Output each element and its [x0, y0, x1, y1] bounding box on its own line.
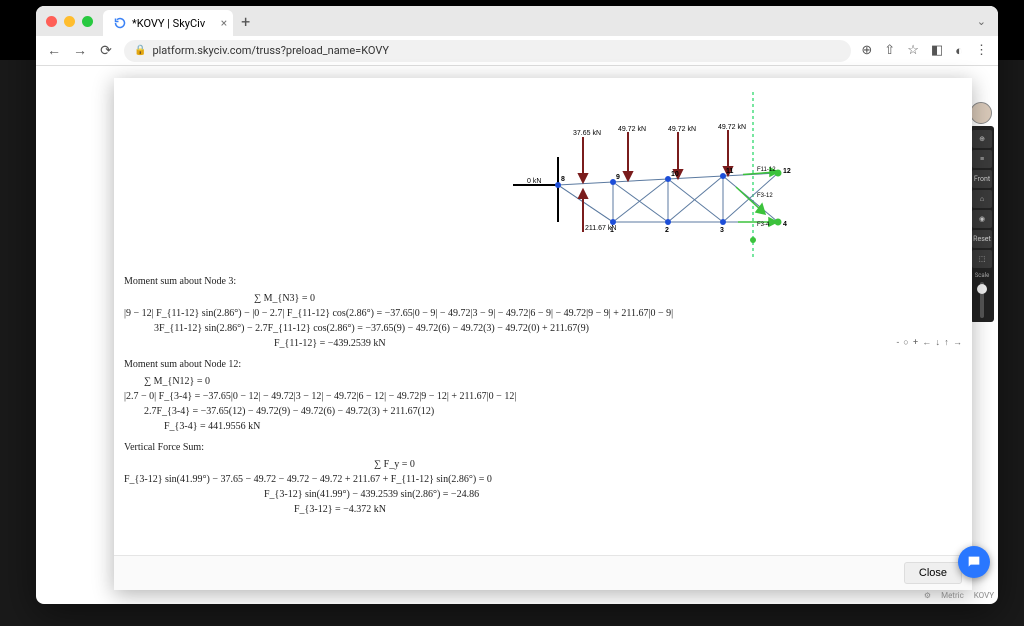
calc-s1l2: |9 − 12| F_{11-12} sin(2.86°) − |0 − 2.7…	[124, 306, 962, 321]
scale-slider[interactable]	[980, 282, 984, 318]
cut-mid-label: F3-12	[757, 193, 773, 199]
toolbar-list[interactable]: ≡	[972, 150, 992, 168]
node-1: 1	[610, 227, 614, 234]
calc-s2l2: |2.7 − 0| F_{3-4} = −37.65|0 − 12| − 49.…	[124, 389, 962, 404]
tab-close-icon[interactable]: ×	[221, 16, 227, 30]
node-4: 4	[783, 221, 787, 228]
node-12: 12	[783, 168, 791, 175]
node-2: 2	[665, 227, 669, 234]
scale-label: Scale	[975, 272, 990, 279]
lock-icon: 🔒	[134, 45, 146, 56]
url-input[interactable]: 🔒 platform.skyciv.com/truss?preload_name…	[124, 40, 851, 62]
extensions-icon[interactable]: ◧	[931, 43, 943, 58]
node-3: 3	[720, 227, 724, 234]
url-text: platform.skyciv.com/truss?preload_name=K…	[152, 44, 389, 57]
calc-s1l3: 3F_{11-12} sin(2.86°) − 2.7F_{11-12} cos…	[124, 321, 962, 336]
section-cut-modal: 0 kN 211.67 kN 37.65 kN 49.72 kN 49.72 k…	[114, 78, 972, 590]
star-icon[interactable]: ☆	[907, 43, 919, 58]
toolbar-reset[interactable]: Reset	[972, 230, 992, 248]
browser-titlebar: *KOVY | SkyCiv × + ⌄	[36, 6, 998, 36]
calc-s1l1: ∑ M_{N3} = 0	[124, 291, 962, 306]
toolbar-camera[interactable]: ◉	[972, 210, 992, 228]
calc-s3l1: ∑ F_y = 0	[124, 457, 962, 472]
share-icon[interactable]: ⇧	[884, 43, 895, 58]
support-h-label: 0 kN	[527, 178, 541, 185]
tabs-dropdown-icon[interactable]: ⌄	[977, 15, 986, 28]
modal-footer: Close	[114, 555, 972, 590]
calc-s3l3: F_{3-12} sin(41.99°) − 439.2539 sin(2.86…	[124, 487, 962, 502]
footer-units[interactable]: Metric	[941, 591, 964, 600]
calc-s1l4: F_{11-12} = −439.2539 kN	[124, 336, 962, 351]
calc-s2l1: ∑ M_{N12} = 0	[124, 374, 962, 389]
browser-window: *KOVY | SkyCiv × + ⌄ ← → ⟳ 🔒 platform.sk…	[36, 6, 998, 604]
browser-tab[interactable]: *KOVY | SkyCiv ×	[103, 10, 233, 36]
node-8: 8	[561, 176, 565, 183]
load-8: 37.65 kN	[573, 130, 601, 137]
calc-s2l4: F_{3-4} = 441.9556 kN	[124, 419, 962, 434]
window-controls	[46, 16, 93, 27]
menu-icon[interactable]: ⋮	[975, 43, 988, 58]
toolbar-add[interactable]: ⊕	[972, 130, 992, 148]
user-avatar[interactable]	[970, 102, 992, 124]
settings-icon[interactable]: ⚙	[924, 591, 931, 600]
app-footer: ⚙ Metric KOVY	[924, 591, 994, 600]
calc-section1-title: Moment sum about Node 3:	[124, 274, 962, 289]
toolbar-home[interactable]: ⌂	[972, 190, 992, 208]
window-minimize[interactable]	[64, 16, 75, 27]
tab-title: *KOVY | SkyCiv	[132, 17, 205, 30]
cut-bot-label: F3-4	[757, 222, 770, 228]
nav-forward-icon[interactable]: →	[72, 42, 88, 59]
cut-top-label: F11-12	[757, 167, 776, 173]
nav-back-icon[interactable]: ←	[46, 42, 62, 59]
load-11: 49.72 kN	[718, 124, 746, 131]
node-10: 10	[671, 171, 679, 178]
window-close[interactable]	[46, 16, 57, 27]
node-11: 11	[726, 168, 734, 175]
calc-s3l4: F_{3-12} = −4.372 kN	[124, 502, 962, 517]
calculation-block: Moment sum about Node 3: ∑ M_{N3} = 0 |9…	[122, 262, 964, 523]
load-9: 49.72 kN	[618, 126, 646, 133]
view-toolbar: ⊕ ≡ Front ⌂ ◉ Reset ⬚ Scale	[970, 126, 994, 322]
calc-s2l3: 2.7F_{3-4} = −37.65(12) − 49.72(9) − 49.…	[124, 404, 962, 419]
nav-reload-icon[interactable]: ⟳	[98, 43, 114, 59]
node-9: 9	[616, 174, 620, 181]
profile-icon[interactable]: ◐	[955, 43, 963, 59]
reload-icon	[113, 17, 126, 30]
truss-diagram: 0 kN 211.67 kN 37.65 kN 49.72 kN 49.72 k…	[283, 82, 803, 262]
new-tab-button[interactable]: +	[241, 12, 250, 31]
coord-indicator: - ○ + ← ↓ ↑ →	[894, 336, 966, 349]
browser-addressbar: ← → ⟳ 🔒 platform.skyciv.com/truss?preloa…	[36, 36, 998, 66]
footer-project: KOVY	[974, 591, 994, 600]
calc-s3l2: F_{3-12} sin(41.99°) − 37.65 − 49.72 − 4…	[124, 472, 962, 487]
modal-body: 0 kN 211.67 kN 37.65 kN 49.72 kN 49.72 k…	[114, 78, 972, 555]
close-button[interactable]: Close	[904, 562, 962, 584]
window-maximize[interactable]	[82, 16, 93, 27]
toolbar-front[interactable]: Front	[972, 170, 992, 188]
chat-button[interactable]	[958, 546, 990, 578]
calc-section2-title: Moment sum about Node 12:	[124, 357, 962, 372]
zoom-icon[interactable]: ⊕	[861, 43, 872, 58]
toolbar-box[interactable]: ⬚	[972, 250, 992, 268]
calc-section3-title: Vertical Force Sum:	[124, 440, 962, 455]
load-10: 49.72 kN	[668, 126, 696, 133]
